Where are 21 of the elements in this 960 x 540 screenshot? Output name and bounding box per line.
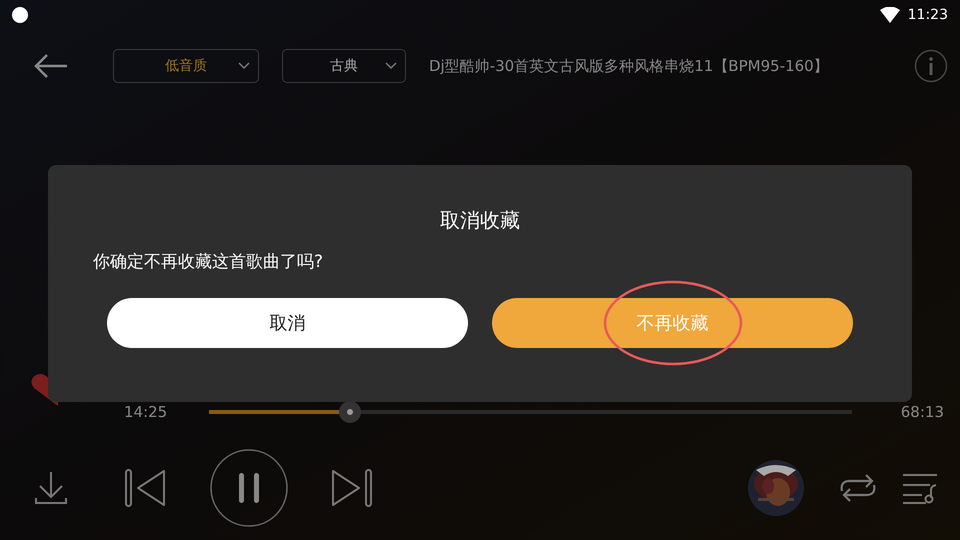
repeat-icon[interactable] xyxy=(838,473,878,503)
total-time: 68:13 xyxy=(900,402,944,423)
genre-dropdown[interactable]: 古典 xyxy=(282,49,406,83)
info-icon[interactable] xyxy=(914,49,948,83)
elapsed-time: 14:25 xyxy=(123,402,168,423)
chevron-icon xyxy=(238,62,250,70)
playlist-icon[interactable] xyxy=(902,472,938,504)
next-icon[interactable] xyxy=(329,468,373,508)
previous-icon[interactable] xyxy=(124,468,168,508)
cancel-button[interactable]: 取消 xyxy=(107,298,468,348)
pause-button[interactable] xyxy=(209,448,289,528)
quality-dropdown[interactable]: 低音质 xyxy=(113,49,259,83)
download-icon[interactable] xyxy=(34,470,68,506)
status-time: 11:23 xyxy=(908,6,948,24)
song-title: Dj型酷帅-30首英文古风版多种风格串烧11【BPM95-160】 xyxy=(429,56,829,77)
back-arrow-icon[interactable] xyxy=(34,53,68,79)
progress-thumb[interactable] xyxy=(339,401,362,423)
wifi-icon xyxy=(880,7,900,23)
dialog-title: 取消收藏 xyxy=(440,207,520,234)
dialog-message: 你确定不再收藏这首歌曲了吗? xyxy=(93,251,324,274)
chevron-icon xyxy=(385,62,397,70)
